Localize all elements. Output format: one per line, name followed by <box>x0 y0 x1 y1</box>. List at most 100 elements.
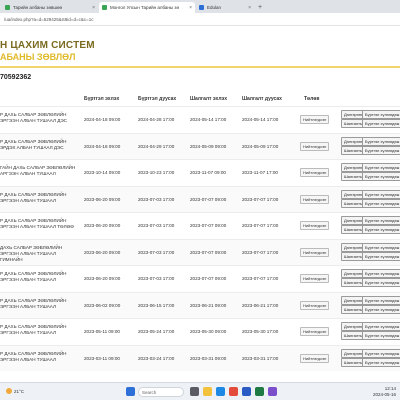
exam-start-cell: 2023-07-07 09:00 <box>190 223 227 228</box>
register-button[interactable]: Бүртгэл хүлээгдэж <box>362 357 400 367</box>
exam-name-line: Р ДАХЬ САЛБАР ЗӨВЛӨЛИЙН <box>0 191 67 197</box>
status-badge: Нийтлэгдсэн <box>300 353 330 363</box>
address-url[interactable]: /ua/index.php?a=d=529425&S8id=d=c&c=1c <box>4 17 93 22</box>
exam-name-line: АРГЭЭН АЛБАН ТУШААЛ <box>0 171 56 176</box>
reg-start-cell: 2023-05-11 09:00 <box>84 329 120 334</box>
register-button[interactable]: Бүртгэл хүлээгдэж <box>362 163 400 172</box>
register-button[interactable]: Бүртгэл хүлээгдэж <box>362 304 400 314</box>
table-row: Р ДАХЬ САЛБАР ЗӨВЛӨЛИЙН ЭРГЭЭН АЛБАН ТУША… <box>0 212 400 239</box>
exam-end-cell: 2024-05-14 17:00 <box>242 117 279 122</box>
close-tab-icon[interactable]: × <box>248 5 251 11</box>
register-button[interactable]: Бүртгэл хүлээгдэж <box>362 278 400 287</box>
exam-name: ГАЙН ДАХЬ САЛБАР ЗӨВЛӨЛИЙН АРГЭЭН АЛБАН Т… <box>0 165 78 177</box>
register-button[interactable]: Бүртгэл хүлээгдэж <box>362 136 400 146</box>
browser-tab-strip: Тарийн албаны зөвшөө × Монгол Улсын Тари… <box>0 0 400 13</box>
browser-tab-active[interactable]: Монгол Улсын Тарийн албаны зө × <box>99 2 195 13</box>
registration-number: 70592362 <box>0 74 32 81</box>
exam-start-cell: 2023-11-07 09:00 <box>190 170 226 175</box>
system-title: Н ЦАХИМ СИСТЕМ <box>0 40 95 51</box>
register-button[interactable]: Бүртгэл хүлээгдэж <box>362 119 400 128</box>
reg-end-cell: 2023-07-03 17:00 <box>138 223 175 228</box>
reg-end-cell: 2023-03-24 17:00 <box>138 355 175 361</box>
register-button[interactable]: Бүртгэл хүлээгдэж <box>362 295 400 305</box>
register-button[interactable]: Бүртгэл хүлээгдэж <box>362 322 400 331</box>
exam-start-cell: 2023-07-07 09:00 <box>190 196 227 202</box>
table-row: Р ДАХЬ САЛБАР ЗӨВЛӨЛИЙН ЭРДЭХ АЛБАН ТУШАА… <box>0 132 400 159</box>
reg-end-cell: 2023-10-23 17:00 <box>138 170 175 175</box>
browser-tab[interactable]: Тарийн албаны зөвшөө × <box>2 2 98 13</box>
exam-name-line: Р ДАХЬ САЛБАР ЗӨВЛӨЛИЙН <box>0 138 67 144</box>
status-badge: Нийтлэгдсэн <box>300 247 330 257</box>
exam-name-line: ЭРГЭЭН АЛБАН ТУШААЛ <box>0 197 56 203</box>
close-tab-icon[interactable]: × <box>189 5 192 11</box>
register-button[interactable]: Бүртгэл хүлээгдэж <box>362 251 400 261</box>
register-button[interactable]: Бүртгэл хүлээгдэж <box>362 172 400 181</box>
task-view-icon[interactable] <box>190 387 199 396</box>
reg-start-cell: 2024-04-18 09:00 <box>84 117 121 122</box>
table-row: Р ДАХЬ САЛБАР ЗӨВЛӨЛИЙН ЭРГЭЭН АЛБАН ТУША… <box>0 265 400 292</box>
weather-temperature: 21°C <box>14 388 25 394</box>
table-row: Р ДАХЬ САЛБАР ЗӨВЛӨЛИЙН ЭРГЭЭН АЛБАН ТУША… <box>0 344 400 371</box>
reg-end-cell: 2023-07-03 17:00 <box>138 276 175 281</box>
exam-name-line: ЭРГЭЭН АЛБАН ТУШААЛ <box>0 330 56 335</box>
reg-end-cell: 2023-07-03 17:00 <box>138 196 175 202</box>
column-header-exam-start: Шалгалт эхлэх <box>190 96 227 102</box>
register-button[interactable]: Бүртгэл хүлээгдэж <box>362 216 400 225</box>
site-favicon-icon <box>5 5 10 10</box>
browser-tab-label: Edulan <box>207 5 222 10</box>
chrome-browser-icon[interactable] <box>229 387 238 396</box>
table-row: Р ДАХЬ САЛБАР ЗӨВЛӨЛИЙН ЭРГЭЭН АЛБАН ТУША… <box>0 106 400 133</box>
register-button[interactable]: Бүртгэл хүлээгдэж <box>362 189 400 199</box>
reg-end-cell: 2023-05-24 17:00 <box>138 329 175 334</box>
column-header-reg-start: Бүртгэл эхлэх <box>84 96 120 102</box>
exam-name-line: ЭРГЭЭН АЛБАН ТУШААЛ ГИМНАЙН <box>0 250 56 262</box>
table-body: Р ДАХЬ САЛБАР ЗӨВЛӨЛИЙН ЭРГЭЭН АЛБАН ТУША… <box>0 106 400 371</box>
reg-start-cell: 2023-06-20 09:00 <box>84 223 121 228</box>
exam-name: Р ДАХЬ САЛБАР ЗӨВЛӨЛИЙН ЭРДЭХ АЛБАН ТУШАА… <box>0 139 78 151</box>
status-badge: Нийтлэгдсэн <box>300 194 330 204</box>
register-button[interactable]: Бүртгэл хүлээгдэж <box>362 269 400 278</box>
sun-icon <box>6 388 12 394</box>
table-row: ДАХЬ САЛБАР ЗӨВЛӨЛИЙН ЭРГЭЭН АЛБАН ТУШААЛ… <box>0 238 400 265</box>
exam-start-cell: 2023-03-31 09:00 <box>190 355 227 361</box>
edge-browser-icon[interactable] <box>216 387 225 396</box>
register-button[interactable]: Бүртгэл хүлээгдэж <box>362 110 400 119</box>
reg-start-cell: 2023-06-20 09:00 <box>84 249 121 255</box>
exam-start-cell: 2023-07-07 09:00 <box>190 249 227 255</box>
address-bar[interactable]: /ua/index.php?a=d=529425&S8id=d=c&c=1c <box>0 13 400 26</box>
register-button[interactable]: Бүртгэл хүлээгдэж <box>362 145 400 155</box>
teams-icon[interactable] <box>268 387 277 396</box>
exam-name: Р ДАХЬ САЛБАР ЗӨВЛӨЛИЙН ЭРГЭЭН АЛБАН ТУША… <box>0 271 78 283</box>
site-favicon-icon <box>199 5 204 10</box>
exam-end-cell: 2023-07-07 17:00 <box>242 196 279 202</box>
status-badge: Нийтлэгдсэн <box>300 221 330 230</box>
register-button[interactable]: Бүртгэл хүлээгдэж <box>362 331 400 340</box>
exam-table: Бүртгэл эхлэх Бүртгэл дуусах Шалгалт эхл… <box>0 96 400 371</box>
close-tab-icon[interactable]: × <box>92 5 95 11</box>
reg-start-cell: 2024-04-18 09:00 <box>84 143 121 149</box>
register-button[interactable]: Бүртгэл хүлээгдэж <box>362 348 400 358</box>
exam-start-cell: 2023-06-21 09:00 <box>190 302 227 308</box>
windows-start-icon[interactable] <box>126 387 135 396</box>
taskbar-search[interactable]: Search <box>138 387 184 397</box>
taskbar-clock[interactable]: 12:14 2024-05-16 <box>373 386 396 398</box>
exam-start-cell: 2024-05-09 09:00 <box>190 143 227 149</box>
excel-icon[interactable] <box>255 387 264 396</box>
weather-widget[interactable]: 21°C <box>6 388 24 394</box>
table-row: Р ДАХЬ САЛБАР ЗӨВЛӨЛИЙН ЭРГЭЭН АЛБАН ТУША… <box>0 318 400 345</box>
clock-date: 2024-05-16 <box>372 392 396 397</box>
browser-tab[interactable]: Edulan × <box>196 2 254 13</box>
browser-tab-label: Тарийн албаны зөвшөө <box>13 5 62 10</box>
word-icon[interactable] <box>242 387 251 396</box>
exam-start-cell: 2024-05-14 17:00 <box>190 117 227 122</box>
exam-end-cell: 2023-07-07 17:00 <box>242 223 279 228</box>
register-button[interactable]: Бүртгэл хүлээгдэж <box>362 225 400 234</box>
register-button[interactable]: Бүртгэл хүлээгдэж <box>362 198 400 208</box>
exam-name-line: ЭРГЭЭН АЛБАН ТУШААЛ ТӨЛӨӨ <box>0 224 74 229</box>
exam-name: Р ДАХЬ САЛБАР ЗӨВЛӨЛИЙН ЭРГЭЭН АЛБАН ТУША… <box>0 218 78 230</box>
new-tab-button[interactable]: + <box>258 2 262 13</box>
reg-start-cell: 2023-10-14 09:00 <box>84 170 121 175</box>
file-explorer-icon[interactable] <box>203 387 212 396</box>
taskbar: 21°C Search 12:14 2024-05-16 <box>0 382 400 400</box>
register-button[interactable]: Бүртгэл хүлээгдэж <box>362 242 400 252</box>
